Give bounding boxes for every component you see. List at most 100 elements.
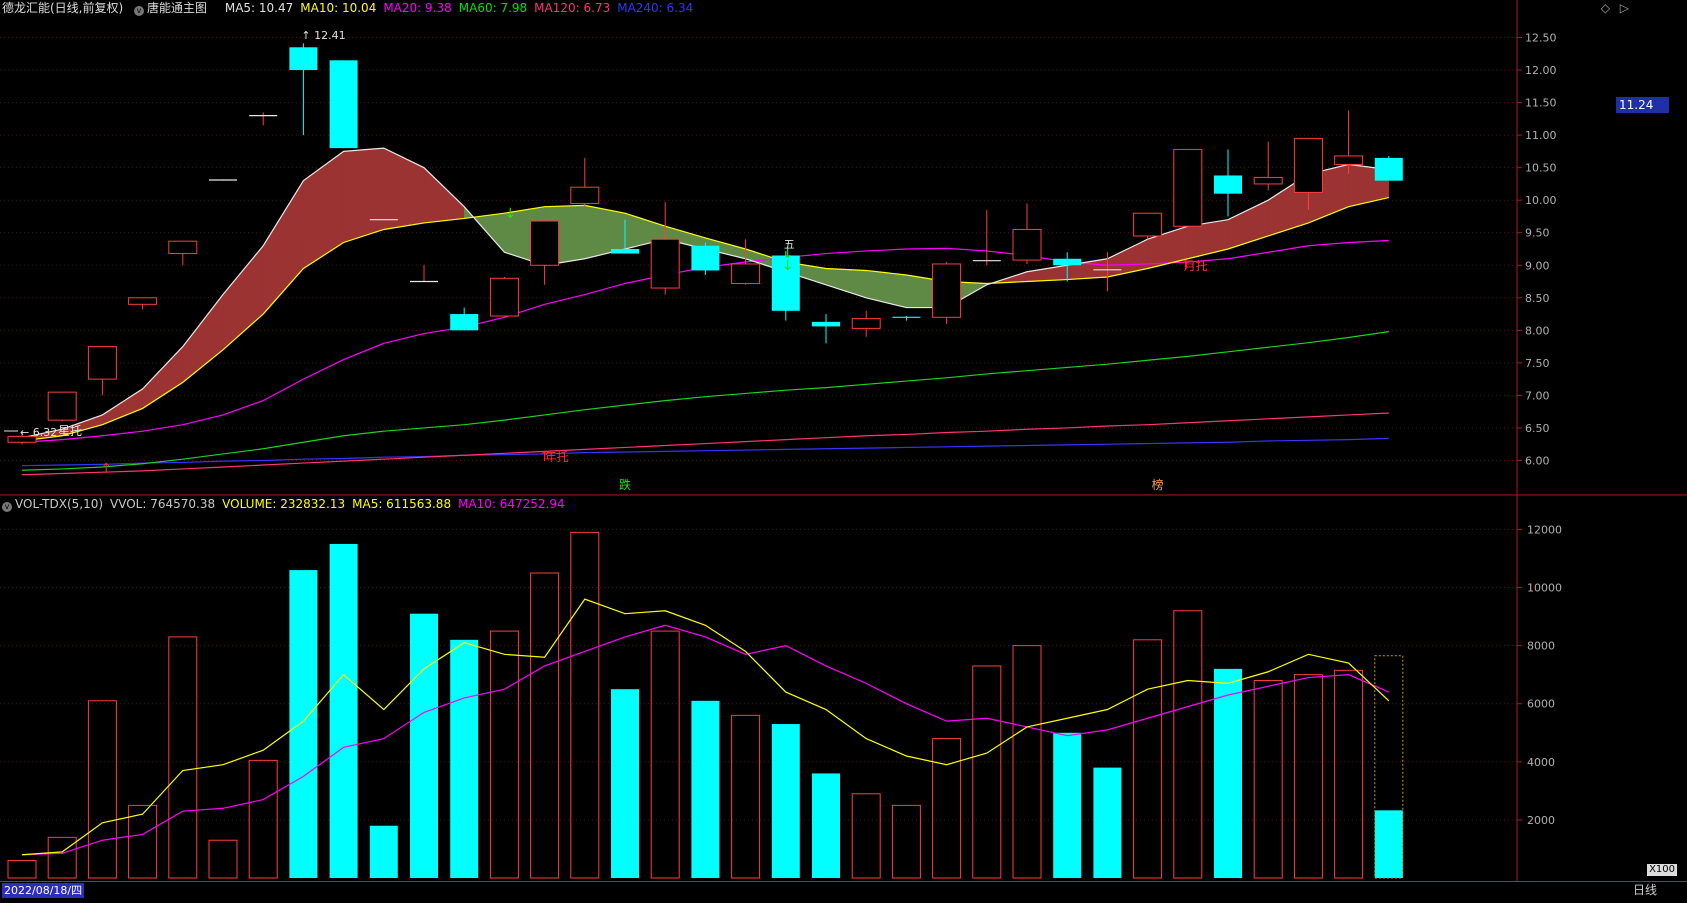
volume-bar-down xyxy=(410,613,438,878)
volume-bar-up xyxy=(7,860,37,879)
volume-tick-label-0: 2000 xyxy=(1527,814,1555,827)
candle-down xyxy=(450,314,479,331)
candle-down xyxy=(1053,258,1082,266)
volume-bar-up xyxy=(1133,639,1163,879)
volume-bar-down xyxy=(1214,668,1242,878)
five-label: 五 xyxy=(784,238,795,251)
candle-up xyxy=(650,238,680,289)
volume-tick-label-2: 6000 xyxy=(1527,698,1555,711)
ma-legend: MA5: 10.47 MA10: 10.04 MA20: 9.38 MA60: 7.9… xyxy=(225,1,700,15)
stock-title[interactable]: 德龙汇能(日线,前复权) xyxy=(2,1,123,15)
ma60-line xyxy=(21,331,1389,471)
price-tick-label-3: 7.50 xyxy=(1525,357,1550,370)
candle-down xyxy=(812,321,840,327)
volume-label-1: VVOL: 764570.38 xyxy=(110,497,216,511)
candle-up xyxy=(1012,228,1042,261)
volume-tick-label-1: 4000 xyxy=(1527,756,1555,769)
ma-label-1: MA10: 10.04 xyxy=(300,1,377,15)
volume-label-4: MA10: 647252.94 xyxy=(458,497,565,511)
candle-up xyxy=(128,297,158,305)
candle-up xyxy=(530,220,560,266)
ma-label-2: MA20: 9.38 xyxy=(383,1,452,15)
chart-canvas[interactable]: 6.00 6.50 7.00 7.50 8.00 8.50 9.00 9.50 10.00 10.… xyxy=(0,0,1687,900)
volume-bar-down xyxy=(1374,810,1403,878)
volume-bar-down xyxy=(611,689,639,878)
ma-label-4: MA120: 6.73 xyxy=(534,1,611,15)
ma-band-segment xyxy=(1026,264,1068,282)
candle-down xyxy=(1374,157,1403,181)
volume-tick-label-3: 8000 xyxy=(1527,640,1555,653)
volume-bar-down xyxy=(771,724,800,878)
price-tick-label-12: 12.00 xyxy=(1525,64,1557,77)
ma-band-segment xyxy=(865,270,907,308)
volume-bar-up xyxy=(731,714,761,879)
price-tick-label-13: 12.50 xyxy=(1525,32,1557,45)
fall-label: 跌 xyxy=(619,477,631,492)
candle-down xyxy=(611,248,639,254)
ma-band-segment xyxy=(343,147,385,243)
volume-bar-up xyxy=(530,572,560,879)
volume-tick-label-4: 10000 xyxy=(1527,582,1562,595)
price-panel-header: 德龙汇能(日线,前复权) v 唐能通主图 MA5: 10.47 MA10: 10.0… xyxy=(2,0,707,16)
volume-label-2: VOLUME: 232832.13 xyxy=(222,497,346,511)
ma-band-segment xyxy=(262,179,304,315)
volume-bar-up xyxy=(87,700,117,879)
ma-band-segment xyxy=(383,147,425,230)
candle-up xyxy=(1293,137,1323,193)
volume-bar-up xyxy=(1253,679,1283,879)
play-icon[interactable]: ▷ xyxy=(1620,1,1629,15)
period-label[interactable]: 日线 xyxy=(1633,883,1657,898)
volume-label-3: MA5: 611563.88 xyxy=(352,497,452,511)
up-arrow-icon: ↑ xyxy=(100,461,112,477)
volume-bar-up xyxy=(851,793,881,879)
volume-tick-label-5: 12000 xyxy=(1527,523,1562,536)
volume-bar-down xyxy=(369,825,398,878)
down-arrow-icon: ↓ xyxy=(782,258,794,274)
up-arrow-icon: ↑ xyxy=(539,449,551,465)
candle-down xyxy=(691,245,720,271)
candle-down xyxy=(289,47,318,71)
ma-band-segment xyxy=(142,345,184,409)
volume-bar-down xyxy=(691,700,720,878)
diamond-icon[interactable]: ◇ xyxy=(1601,1,1610,15)
ma240-line xyxy=(21,437,1389,467)
main-chart-name[interactable]: 唐能通主图 xyxy=(147,1,207,15)
high-annotation: ↑ 12.41 xyxy=(301,29,345,42)
low-annotation: ← 6.32 xyxy=(20,426,57,439)
ma-label-3: MA60: 7.98 xyxy=(458,1,528,15)
candle-up xyxy=(168,240,198,255)
ma-label-5: MA240: 6.34 xyxy=(617,1,694,15)
up-arrow-icon: ↑ xyxy=(1180,258,1192,274)
volume-bar-down xyxy=(1053,732,1082,878)
candle-up xyxy=(1253,176,1283,185)
volume-bar-up xyxy=(1293,674,1323,879)
ma-band-segment xyxy=(303,150,344,269)
candle-up xyxy=(570,186,600,204)
candle-up xyxy=(47,391,77,421)
volume-bar-up xyxy=(168,636,198,879)
volume-bar-up xyxy=(932,738,962,879)
price-tick-label-5: 8.50 xyxy=(1525,292,1550,305)
volume-bar-up xyxy=(47,836,77,879)
chart-stage[interactable]: 6.00 6.50 7.00 7.50 8.00 8.50 9.00 9.50 10.00 10.… xyxy=(0,0,1687,901)
volume-settings-icon[interactable]: v xyxy=(2,502,12,512)
chart-settings-icon[interactable]: v xyxy=(134,6,145,16)
candle-up xyxy=(1334,155,1364,165)
volume-bar-up xyxy=(891,804,921,879)
volume-bar-down xyxy=(289,570,318,878)
volume-label-0: VOL-TDX(5,10) xyxy=(15,497,104,511)
candle-up xyxy=(1133,212,1163,237)
price-tick-label-6: 9.00 xyxy=(1525,259,1550,272)
volume-bar-up xyxy=(650,630,680,879)
price-tick-label-7: 9.50 xyxy=(1525,227,1550,240)
rank-label: 榜 xyxy=(1152,477,1164,492)
volume-legend: VOL-TDX(5,10) VVOL: 764570.38 VOLUME: 2328… xyxy=(15,497,572,511)
volume-unit-label: X100 xyxy=(1647,864,1677,876)
cursor-date-label: 2022/08/18/四 xyxy=(2,883,85,898)
ma-band-segment xyxy=(1107,238,1148,278)
price-tick-label-1: 6.50 xyxy=(1525,422,1550,435)
ma-band-segment xyxy=(825,268,867,299)
ma-band-segment xyxy=(222,245,264,351)
volume-bar-up xyxy=(1173,610,1203,879)
candle-down xyxy=(1214,175,1242,194)
